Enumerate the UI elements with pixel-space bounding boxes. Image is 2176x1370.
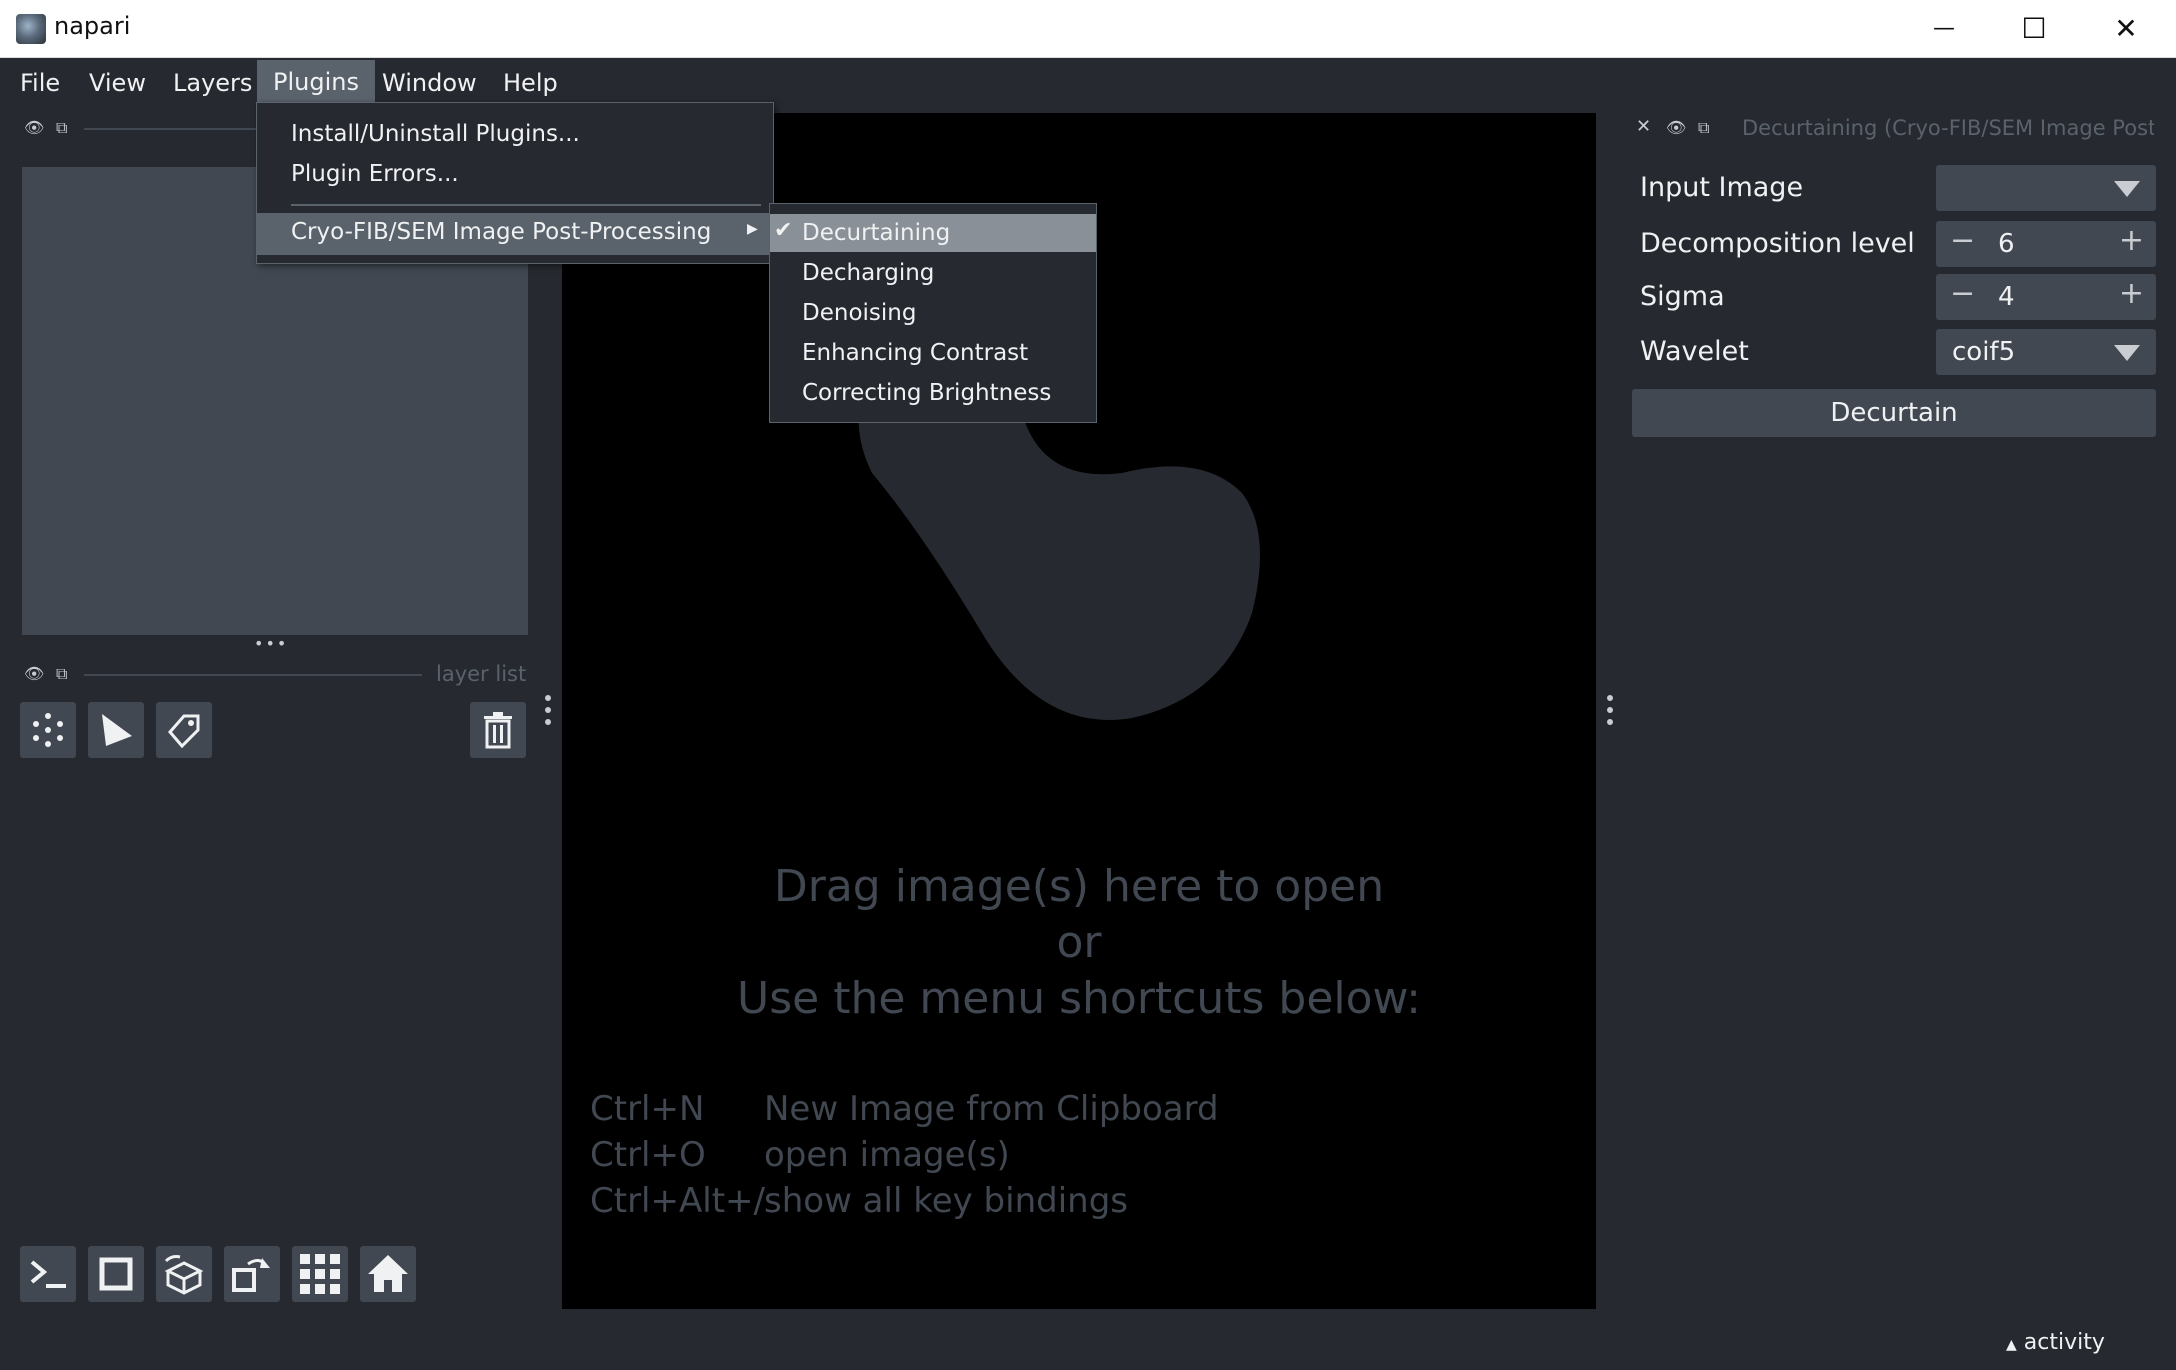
menu-item-plugin-errors[interactable]: Plugin Errors... — [291, 161, 459, 187]
menu-plugins[interactable]: Plugins — [257, 60, 375, 102]
chevron-down-icon — [2114, 345, 2140, 361]
home-button[interactable] — [360, 1246, 416, 1302]
submenu-item-decharging[interactable]: Decharging — [802, 260, 934, 286]
wavelet-value: coif5 — [1952, 337, 2016, 367]
increment-icon[interactable]: + — [2119, 276, 2144, 311]
float-icon[interactable]: ⧉ — [1698, 118, 1709, 138]
shortcut-key: Ctrl+N — [590, 1089, 705, 1129]
maximize-icon: ☐ — [2021, 12, 2047, 45]
input-image-label: Input Image — [1640, 172, 1804, 203]
delete-layer-button[interactable] — [470, 702, 526, 758]
home-icon — [368, 1255, 408, 1292]
wavelet-select[interactable]: coif5 — [1936, 329, 2156, 375]
check-icon: ✔ — [774, 218, 793, 243]
chevron-down-icon — [2114, 181, 2140, 197]
roll-dims-button[interactable] — [156, 1246, 212, 1302]
grid-view-button[interactable] — [292, 1246, 348, 1302]
close-icon: ✕ — [2114, 12, 2138, 45]
decurtain-button[interactable]: Decurtain — [1632, 389, 2156, 437]
new-shapes-button[interactable] — [88, 702, 144, 758]
decomposition-level-label: Decomposition level — [1640, 228, 1915, 259]
shapes-icon — [102, 714, 132, 746]
welcome-line-3: Use the menu shortcuts below: — [737, 973, 1421, 1024]
left-dock-splitter[interactable] — [544, 692, 552, 736]
visibility-icon[interactable]: 👁 — [24, 664, 44, 683]
grid-icon — [300, 1254, 340, 1294]
new-points-button[interactable] — [20, 702, 76, 758]
menu-file[interactable]: File — [4, 58, 76, 100]
submenu-item-decurtaining[interactable]: ✔ Decurtaining — [770, 214, 1096, 252]
shortcut-key: Ctrl+Alt+/ — [590, 1181, 765, 1221]
menu-layers[interactable]: Layers — [157, 58, 268, 100]
console-icon — [30, 1260, 66, 1288]
menu-separator — [291, 204, 761, 206]
visibility-icon[interactable]: 👁 — [1666, 118, 1686, 137]
sigma-label: Sigma — [1640, 281, 1725, 312]
points-icon — [33, 713, 63, 747]
square-2d-icon — [99, 1257, 133, 1291]
shortcut-key: Ctrl+O — [590, 1135, 706, 1175]
close-dock-icon[interactable]: ✕ — [1636, 116, 1651, 137]
decomposition-level-spinbox[interactable]: − 6 + — [1936, 221, 2156, 267]
chevron-right-icon: ▶ — [747, 221, 758, 237]
dock-widget-title: Decurtaining (Cryo-FIB/SEM Image Post-Pr — [1742, 116, 2154, 140]
submenu-item-correcting-brightness[interactable]: Correcting Brightness — [802, 380, 1051, 406]
title-bar — [0, 0, 2176, 58]
console-button[interactable] — [20, 1246, 76, 1302]
plugins-menu: Install/Uninstall Plugins... Plugin Erro… — [256, 102, 774, 264]
roll-cube-icon — [164, 1255, 204, 1295]
activity-toggle[interactable]: ▲ activity — [2006, 1330, 2105, 1355]
right-dock-splitter[interactable] — [1606, 692, 1614, 736]
increment-icon[interactable]: + — [2119, 223, 2144, 258]
new-labels-button[interactable] — [156, 702, 212, 758]
submenu-item-enhancing-contrast[interactable]: Enhancing Contrast — [802, 340, 1028, 366]
menu-item-install-plugins[interactable]: Install/Uninstall Plugins... — [291, 121, 580, 147]
visibility-icon[interactable]: 👁 — [24, 118, 44, 137]
float-icon[interactable]: ⧉ — [56, 118, 67, 138]
trash-icon — [484, 712, 512, 749]
dock-resize-handle[interactable]: ••• — [254, 634, 288, 653]
menu-view[interactable]: View — [73, 58, 162, 100]
menu-help[interactable]: Help — [487, 58, 574, 100]
decrement-icon[interactable]: − — [1950, 223, 1975, 258]
float-icon[interactable]: ⧉ — [56, 664, 67, 684]
dock-title-line — [84, 674, 422, 676]
submenu-item-denoising[interactable]: Denoising — [802, 300, 916, 326]
decrement-icon[interactable]: − — [1950, 276, 1975, 311]
activity-label: activity — [2023, 1330, 2105, 1355]
shortcut-description: New Image from Clipboard — [764, 1089, 1219, 1129]
label-tag-icon — [168, 714, 200, 749]
input-image-select[interactable] — [1936, 165, 2156, 211]
menu-item-cryo-fib-sem[interactable]: Cryo-FIB/SEM Image Post-Processing ▶ — [257, 213, 773, 255]
layer-list-title: layer list — [436, 662, 527, 686]
transpose-button[interactable] — [224, 1246, 280, 1302]
chevron-up-icon: ▲ — [2006, 1337, 2017, 1353]
shortcut-description: open image(s) — [764, 1135, 1010, 1175]
cryo-fib-sem-label: Cryo-FIB/SEM Image Post-Processing — [291, 219, 712, 245]
window-title: napari — [54, 12, 131, 40]
shortcut-description: show all key bindings — [764, 1181, 1128, 1221]
ndisplay-button[interactable] — [88, 1246, 144, 1302]
decomposition-level-value: 6 — [1998, 229, 2015, 259]
welcome-line-1: Drag image(s) here to open — [773, 861, 1385, 912]
submenu-item-label: Decurtaining — [802, 220, 951, 246]
menu-window[interactable]: Window — [366, 58, 493, 100]
cryo-fib-sem-submenu: ✔ Decurtaining Decharging Denoising Enha… — [769, 203, 1097, 423]
sigma-value: 4 — [1998, 282, 2015, 312]
minimize-button[interactable]: — — [1898, 0, 1990, 57]
sigma-spinbox[interactable]: − 4 + — [1936, 274, 2156, 320]
transpose-icon — [232, 1258, 270, 1292]
welcome-line-2: or — [1056, 917, 1102, 968]
maximize-button[interactable]: ☐ — [1988, 0, 2080, 57]
wavelet-label: Wavelet — [1640, 336, 1749, 367]
close-button[interactable]: ✕ — [2080, 0, 2172, 57]
minimize-icon: — — [1933, 16, 1955, 41]
napari-logo-icon — [16, 14, 46, 44]
